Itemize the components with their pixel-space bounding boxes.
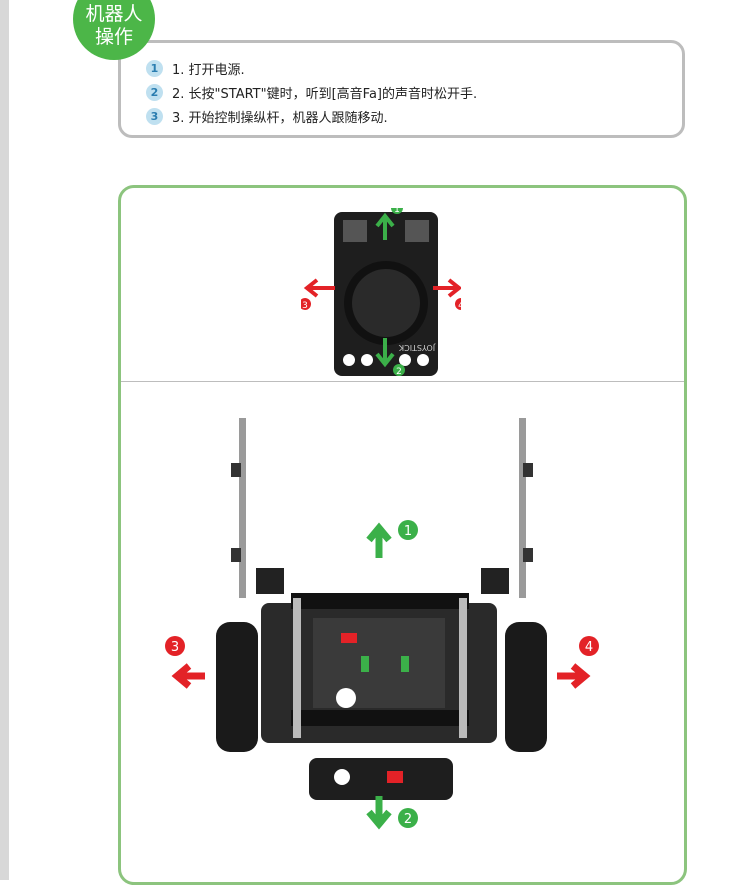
robot-mark-4: 4 xyxy=(585,640,593,655)
robot-illustration: 1 2 3 4 xyxy=(165,418,599,830)
step-text-1: 1. 打开电源. xyxy=(172,62,245,78)
step-3: 3 3. 开始控制操纵杆，机器人跟随移动. xyxy=(146,106,388,126)
joystick-mark-1: 1 xyxy=(394,208,400,215)
illustration-panel: JOYSTICK 1 2 3 4 xyxy=(118,185,687,885)
page-edge xyxy=(0,0,9,880)
step-number-3: 3 xyxy=(146,107,163,125)
step-number-1: 1 xyxy=(146,59,163,77)
joystick-mark-2: 2 xyxy=(396,367,402,377)
step-text-3: 3. 开始控制操纵杆，机器人跟随移动. xyxy=(172,110,388,126)
robot-mark-3: 3 xyxy=(171,640,179,655)
joystick-mark-4: 4 xyxy=(458,301,461,311)
joystick-mark-3: 3 xyxy=(302,301,308,311)
step-text-2: 2. 长按"START"键时，听到[高音Fa]的声音时松开手. xyxy=(172,86,478,102)
joystick-illustration: JOYSTICK 1 2 3 4 xyxy=(301,208,461,377)
instruction-box: 1 1. 打开电源. 2 2. 长按"START"键时，听到[高音Fa]的声音时… xyxy=(118,40,685,138)
robot-mark-1: 1 xyxy=(404,524,412,539)
panel-divider xyxy=(121,381,684,382)
joystick-label: JOYSTICK xyxy=(398,343,436,352)
robot-mark-2: 2 xyxy=(404,812,412,827)
badge-line-2: 操作 xyxy=(94,26,133,48)
badge-line-1: 机器人 xyxy=(85,3,143,25)
step-1: 1 1. 打开电源. xyxy=(146,58,245,78)
step-2: 2 2. 长按"START"键时，听到[高音Fa]的声音时松开手. xyxy=(146,82,477,102)
step-number-2: 2 xyxy=(146,83,163,101)
